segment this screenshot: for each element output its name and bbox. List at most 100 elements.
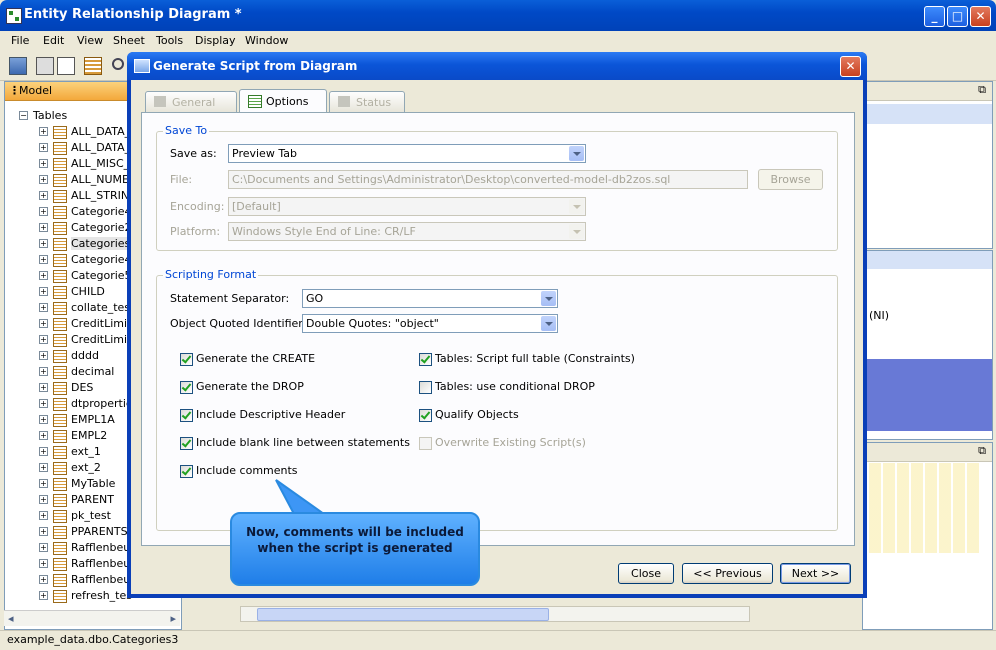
table-name: Categorie5	[71, 269, 132, 282]
tutorial-callout: Now, comments will be included when the …	[230, 512, 480, 586]
scroll-left-icon[interactable]: ◂	[8, 612, 14, 625]
tab-general[interactable]: General	[145, 91, 237, 113]
expand-icon[interactable]: +	[39, 127, 48, 136]
table-icon	[53, 318, 67, 331]
table-icon	[53, 206, 67, 219]
expand-icon[interactable]: +	[39, 591, 48, 600]
close-window-button[interactable]: ✕	[970, 6, 991, 27]
expand-icon[interactable]: +	[39, 511, 48, 520]
scroll-thumb[interactable]	[257, 608, 549, 621]
table-name: refresh_tes	[71, 589, 132, 602]
restore-icon[interactable]: ⧉	[978, 444, 986, 458]
ni-text: (NI)	[869, 309, 890, 322]
expand-icon[interactable]: +	[39, 351, 48, 360]
chevron-down-icon[interactable]	[569, 146, 584, 161]
checkbox-box[interactable]	[419, 381, 432, 394]
maximize-button[interactable]: □	[947, 6, 968, 27]
restore-icon[interactable]: ⧉	[978, 83, 986, 97]
expand-icon[interactable]: +	[39, 175, 48, 184]
close-button[interactable]: Close	[618, 563, 674, 584]
platform-label: Platform:	[170, 225, 221, 238]
next-button[interactable]: Next >>	[780, 563, 851, 584]
checkbox-box[interactable]	[180, 437, 193, 450]
quoted-identifier-select[interactable]: Double Quotes: "object"	[302, 314, 558, 333]
save-icon[interactable]	[9, 57, 27, 75]
encoding-select[interactable]: [Default]	[228, 197, 586, 216]
print-icon[interactable]	[36, 57, 54, 75]
chevron-down-icon[interactable]	[541, 291, 556, 306]
platform-select[interactable]: Windows Style End of Line: CR/LF	[228, 222, 586, 241]
menu-file[interactable]: File	[11, 34, 29, 47]
minimize-button[interactable]: _	[924, 6, 945, 27]
checkbox-box[interactable]	[180, 465, 193, 478]
expand-icon[interactable]: +	[39, 239, 48, 248]
model-horizontal-scrollbar[interactable]: ◂ ▸	[4, 610, 180, 626]
expand-icon[interactable]: +	[39, 463, 48, 472]
expand-icon[interactable]: +	[39, 431, 48, 440]
file-path-field[interactable]: C:\Documents and Settings\Administrator\…	[228, 170, 748, 189]
expand-icon[interactable]: +	[39, 543, 48, 552]
script-icon	[134, 59, 150, 73]
expand-icon[interactable]: +	[39, 495, 48, 504]
table-name: Rafflenbeul	[71, 573, 134, 586]
statement-separator-select[interactable]: GO	[302, 289, 558, 308]
expand-icon[interactable]: +	[39, 367, 48, 376]
canvas-horizontal-scrollbar[interactable]	[240, 606, 750, 622]
expand-icon[interactable]: +	[39, 383, 48, 392]
collapse-icon[interactable]: −	[19, 111, 28, 120]
table-icon	[53, 238, 67, 251]
checkbox-box[interactable]	[180, 409, 193, 422]
menu-sheet[interactable]: Sheet	[113, 34, 145, 47]
table-name: Rafflenbeul	[71, 557, 134, 570]
expand-icon[interactable]: +	[39, 143, 48, 152]
expand-icon[interactable]: +	[39, 447, 48, 456]
chevron-down-icon[interactable]	[569, 199, 584, 214]
expand-icon[interactable]: +	[39, 575, 48, 584]
checkbox-box[interactable]	[419, 353, 432, 366]
menu-window[interactable]: Window	[245, 34, 288, 47]
table-icon	[53, 590, 67, 603]
tab-status[interactable]: Status	[329, 91, 405, 113]
expand-icon[interactable]: +	[39, 255, 48, 264]
chevron-down-icon[interactable]	[541, 316, 556, 331]
checkbox-box[interactable]	[419, 437, 432, 450]
save-as-select[interactable]: Preview Tab	[228, 144, 586, 163]
selection-highlight	[863, 359, 992, 431]
checkbox-box[interactable]	[180, 381, 193, 394]
expand-icon[interactable]: +	[39, 159, 48, 168]
expand-icon[interactable]: +	[39, 287, 48, 296]
tab-options[interactable]: Options	[239, 89, 327, 114]
expand-icon[interactable]: +	[39, 207, 48, 216]
page-icon[interactable]	[57, 57, 75, 75]
menu-edit[interactable]: Edit	[43, 34, 64, 47]
menu-display[interactable]: Display	[195, 34, 236, 47]
menu-view[interactable]: View	[77, 34, 103, 47]
expand-icon[interactable]: +	[39, 559, 48, 568]
table-icon[interactable]	[84, 57, 102, 75]
checkbox-box[interactable]	[180, 353, 193, 366]
menu-tools[interactable]: Tools	[156, 34, 183, 47]
scroll-right-icon[interactable]: ▸	[170, 612, 176, 625]
table-icon	[53, 526, 67, 539]
panel-header: ⧉	[863, 82, 992, 101]
expand-icon[interactable]: +	[39, 319, 48, 328]
dialog-title: Generate Script from Diagram	[153, 59, 358, 73]
save-as-value: Preview Tab	[232, 147, 297, 160]
expand-icon[interactable]: +	[39, 479, 48, 488]
table-icon	[53, 462, 67, 475]
expand-icon[interactable]: +	[39, 223, 48, 232]
dialog-close-button[interactable]: ✕	[840, 56, 861, 77]
checkbox-box[interactable]	[419, 409, 432, 422]
chevron-down-icon[interactable]	[569, 224, 584, 239]
expand-icon[interactable]: +	[39, 191, 48, 200]
expand-icon[interactable]: +	[39, 399, 48, 408]
browse-button[interactable]: Browse	[758, 169, 823, 190]
previous-button[interactable]: << Previous	[682, 563, 773, 584]
expand-icon[interactable]: +	[39, 335, 48, 344]
zoom-icon[interactable]	[110, 57, 126, 73]
expand-icon[interactable]: +	[39, 527, 48, 536]
menu-bar: File Edit View Sheet Tools Display Windo…	[0, 31, 996, 51]
expand-icon[interactable]: +	[39, 415, 48, 424]
expand-icon[interactable]: +	[39, 303, 48, 312]
expand-icon[interactable]: +	[39, 271, 48, 280]
